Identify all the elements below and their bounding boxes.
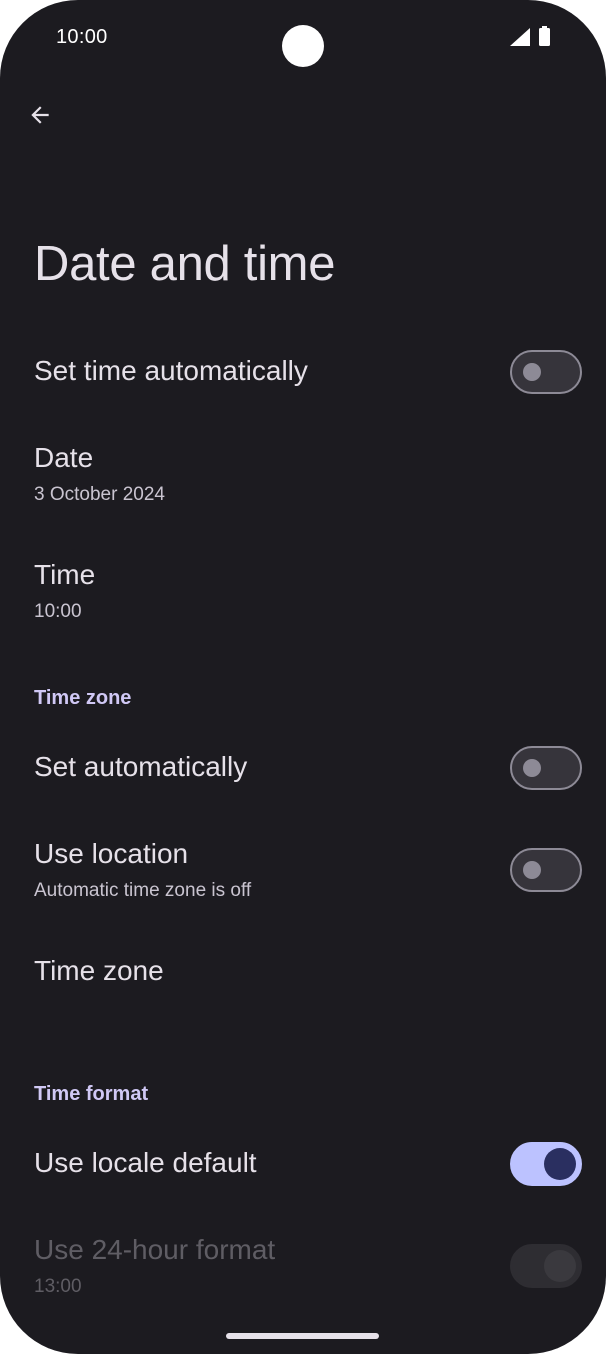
switch-knob: [544, 1148, 576, 1180]
use-24-hour-format-label: Use 24-hour format: [34, 1234, 276, 1265]
phone-screen: 10:00 Date and time Set time automatical…: [0, 0, 606, 1354]
tz-set-automatically-label: Set automatically: [34, 751, 248, 782]
status-bar-time: 10:00: [56, 26, 108, 48]
set-time-automatically-switch[interactable]: [510, 350, 582, 394]
switch-knob: [523, 861, 541, 879]
page-title: Date and time: [34, 237, 336, 291]
time-zone-label: Time zone: [34, 955, 164, 986]
date-label: Date: [34, 442, 94, 473]
camera-cutout: [282, 25, 324, 67]
use-locale-default-label: Use locale default: [34, 1147, 257, 1178]
use-locale-default-switch[interactable]: [510, 1142, 582, 1186]
use-location-summary: Automatic time zone is off: [34, 880, 252, 901]
use-24-hour-format-switch: [510, 1244, 582, 1288]
switch-knob: [523, 759, 541, 777]
tz-set-automatically-switch[interactable]: [510, 746, 582, 790]
use-24-hour-format-example: 13:00: [34, 1276, 82, 1297]
arrow-back-icon: [31, 106, 49, 124]
use-location-label: Use location: [34, 838, 189, 869]
battery-icon: [539, 26, 550, 46]
switch-knob: [544, 1250, 576, 1282]
section-header-time-zone: Time zone: [34, 687, 132, 709]
section-header-time-format: Time format: [34, 1083, 149, 1105]
time-value: 10:00: [34, 601, 82, 622]
time-label: Time: [34, 559, 96, 590]
cellular-signal-icon: [510, 28, 530, 46]
date-value: 3 October 2024: [34, 484, 165, 505]
set-time-automatically-label: Set time automatically: [34, 355, 308, 386]
back-button[interactable]: [22, 97, 58, 133]
use-location-switch[interactable]: [510, 848, 582, 892]
switch-knob: [523, 363, 541, 381]
gesture-navigation-bar[interactable]: [226, 1333, 379, 1339]
